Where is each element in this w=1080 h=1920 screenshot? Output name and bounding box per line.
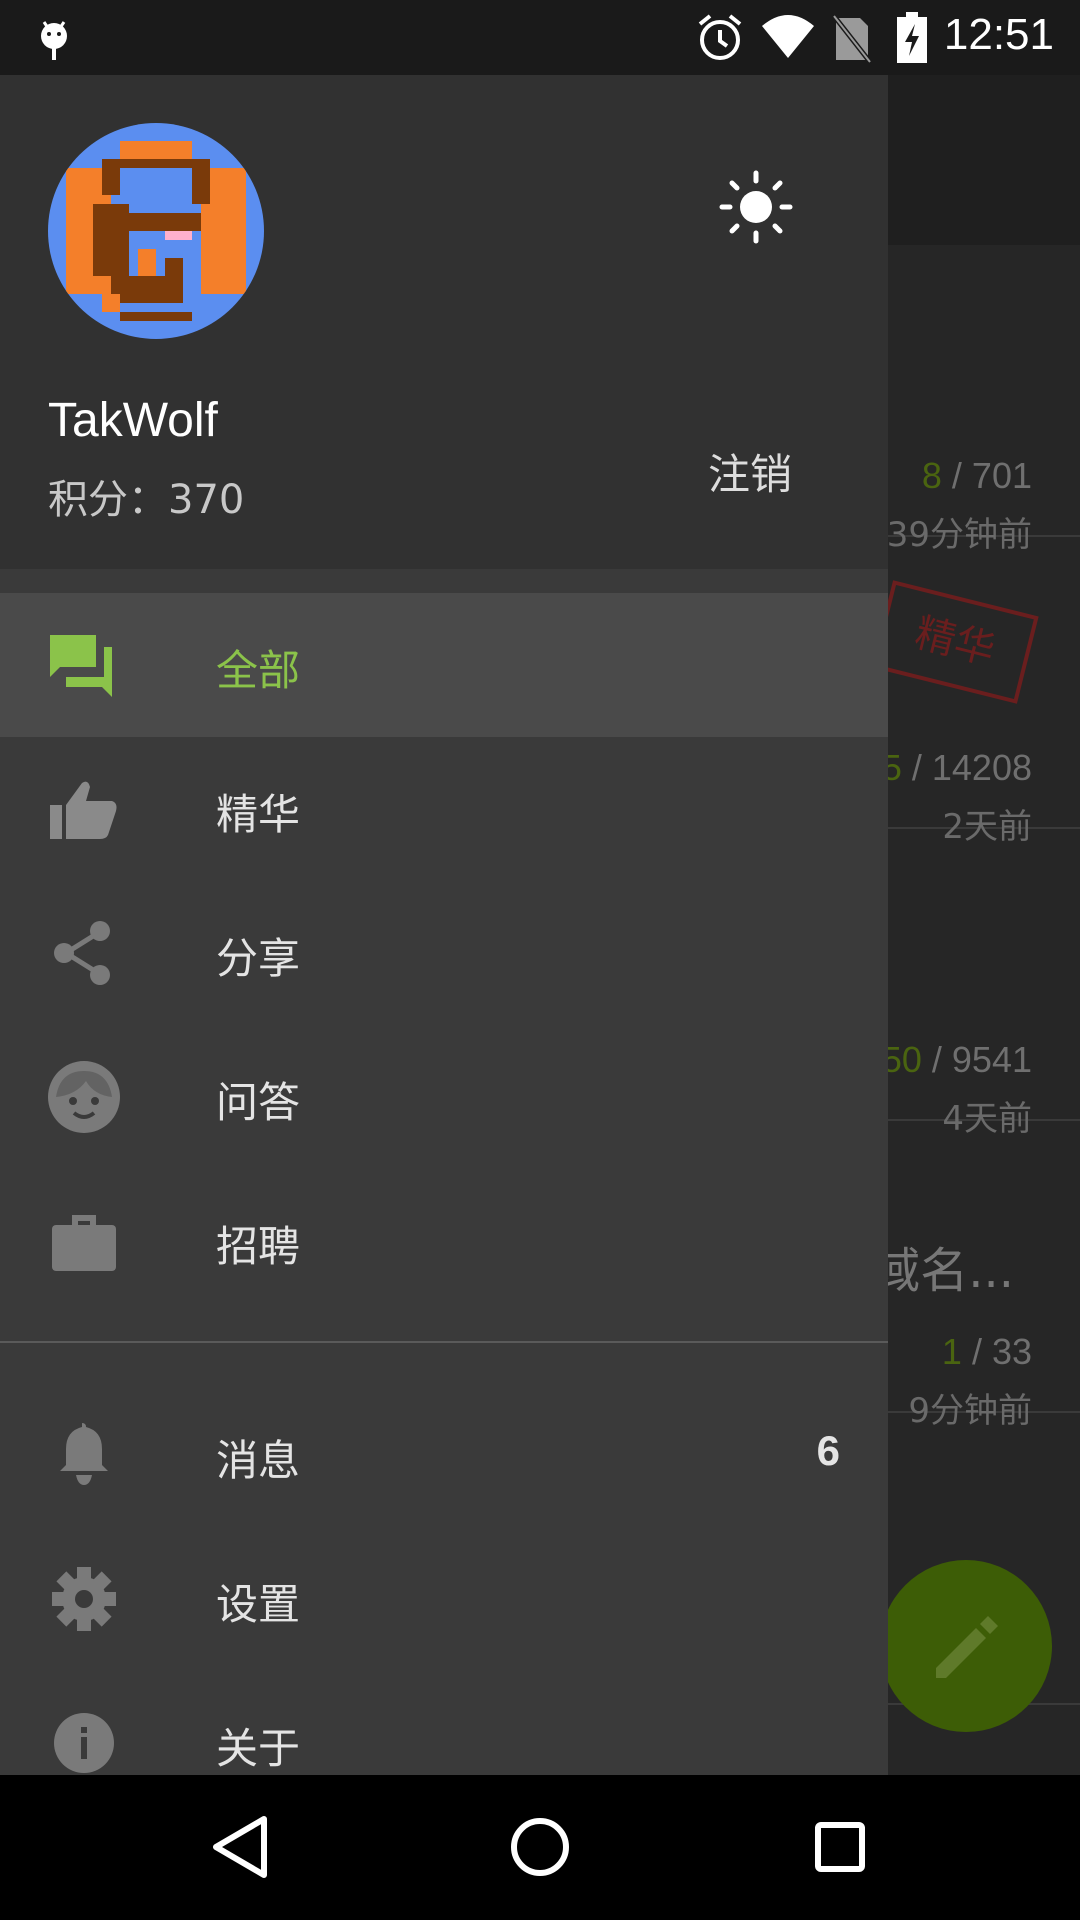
reply-count: 50 / 9541 xyxy=(881,1039,1032,1080)
topic-title: 域名... xyxy=(872,1243,1014,1299)
reply-count: 8 / 701 xyxy=(921,455,1032,496)
theme-toggle-sun-icon[interactable] xyxy=(716,167,796,247)
info-icon xyxy=(46,1711,122,1775)
bell-icon xyxy=(46,1423,122,1487)
menu-label: 招聘 xyxy=(216,1222,301,1271)
back-icon[interactable] xyxy=(204,1811,276,1883)
gear-icon xyxy=(46,1567,122,1631)
notification-count-badge: 6 xyxy=(816,1427,840,1474)
menu-item-good[interactable]: 精华 xyxy=(0,737,888,881)
thumb-up-icon xyxy=(46,777,122,841)
menu-label: 问答 xyxy=(216,1078,301,1127)
menu-label: 设置 xyxy=(216,1580,301,1629)
system-navigation-bar xyxy=(0,1775,1080,1920)
logout-button[interactable]: 注销 xyxy=(708,441,792,502)
avatar[interactable] xyxy=(48,123,264,339)
share-icon xyxy=(46,921,122,985)
menu-item-ask[interactable]: 问答 xyxy=(0,1025,888,1169)
face-icon xyxy=(46,1061,122,1133)
android-debug-icon xyxy=(34,14,74,62)
no-sim-icon xyxy=(832,12,872,64)
menu-item-about[interactable]: 关于 xyxy=(0,1671,888,1775)
reply-count: 5 / 14208 xyxy=(881,747,1032,788)
home-icon[interactable] xyxy=(504,1811,576,1883)
battery-charging-icon xyxy=(896,12,928,64)
user-score: 积分：370 xyxy=(48,477,245,523)
menu-item-settings[interactable]: 设置 xyxy=(0,1527,888,1671)
wifi-icon xyxy=(760,12,816,64)
menu-item-job[interactable]: 招聘 xyxy=(0,1169,888,1313)
menu-item-all[interactable]: 全部 xyxy=(0,593,888,737)
menu-label: 分享 xyxy=(216,934,301,983)
new-topic-fab[interactable] xyxy=(880,1560,1052,1732)
username: TakWolf xyxy=(48,394,218,447)
alarm-icon xyxy=(696,12,744,64)
menu-divider xyxy=(0,1341,888,1343)
status-bar: 12:51 xyxy=(0,0,1080,75)
good-stamp: 精华 xyxy=(871,580,1039,704)
menu-label: 消息 xyxy=(216,1436,301,1485)
menu-label: 全部 xyxy=(216,646,301,695)
reply-count: 1 / 33 xyxy=(941,1331,1032,1372)
navigation-drawer: TakWolf 积分：370 注销 全部 精华 分享 问答 招聘 消息 6 设置… xyxy=(0,75,888,1775)
menu-item-notifications[interactable]: 消息 6 xyxy=(0,1383,888,1527)
drawer-header: TakWolf 积分：370 注销 xyxy=(0,75,888,569)
menu-label: 精华 xyxy=(216,790,301,839)
status-clock: 12:51 xyxy=(943,10,1054,59)
recents-icon[interactable] xyxy=(804,1811,876,1883)
forum-icon xyxy=(46,633,122,697)
menu-label: 关于 xyxy=(216,1724,301,1773)
menu-item-share[interactable]: 分享 xyxy=(0,881,888,1025)
drawer-menu: 全部 精华 分享 问答 招聘 消息 6 设置 关于 xyxy=(0,593,888,1775)
briefcase-icon xyxy=(46,1209,122,1273)
